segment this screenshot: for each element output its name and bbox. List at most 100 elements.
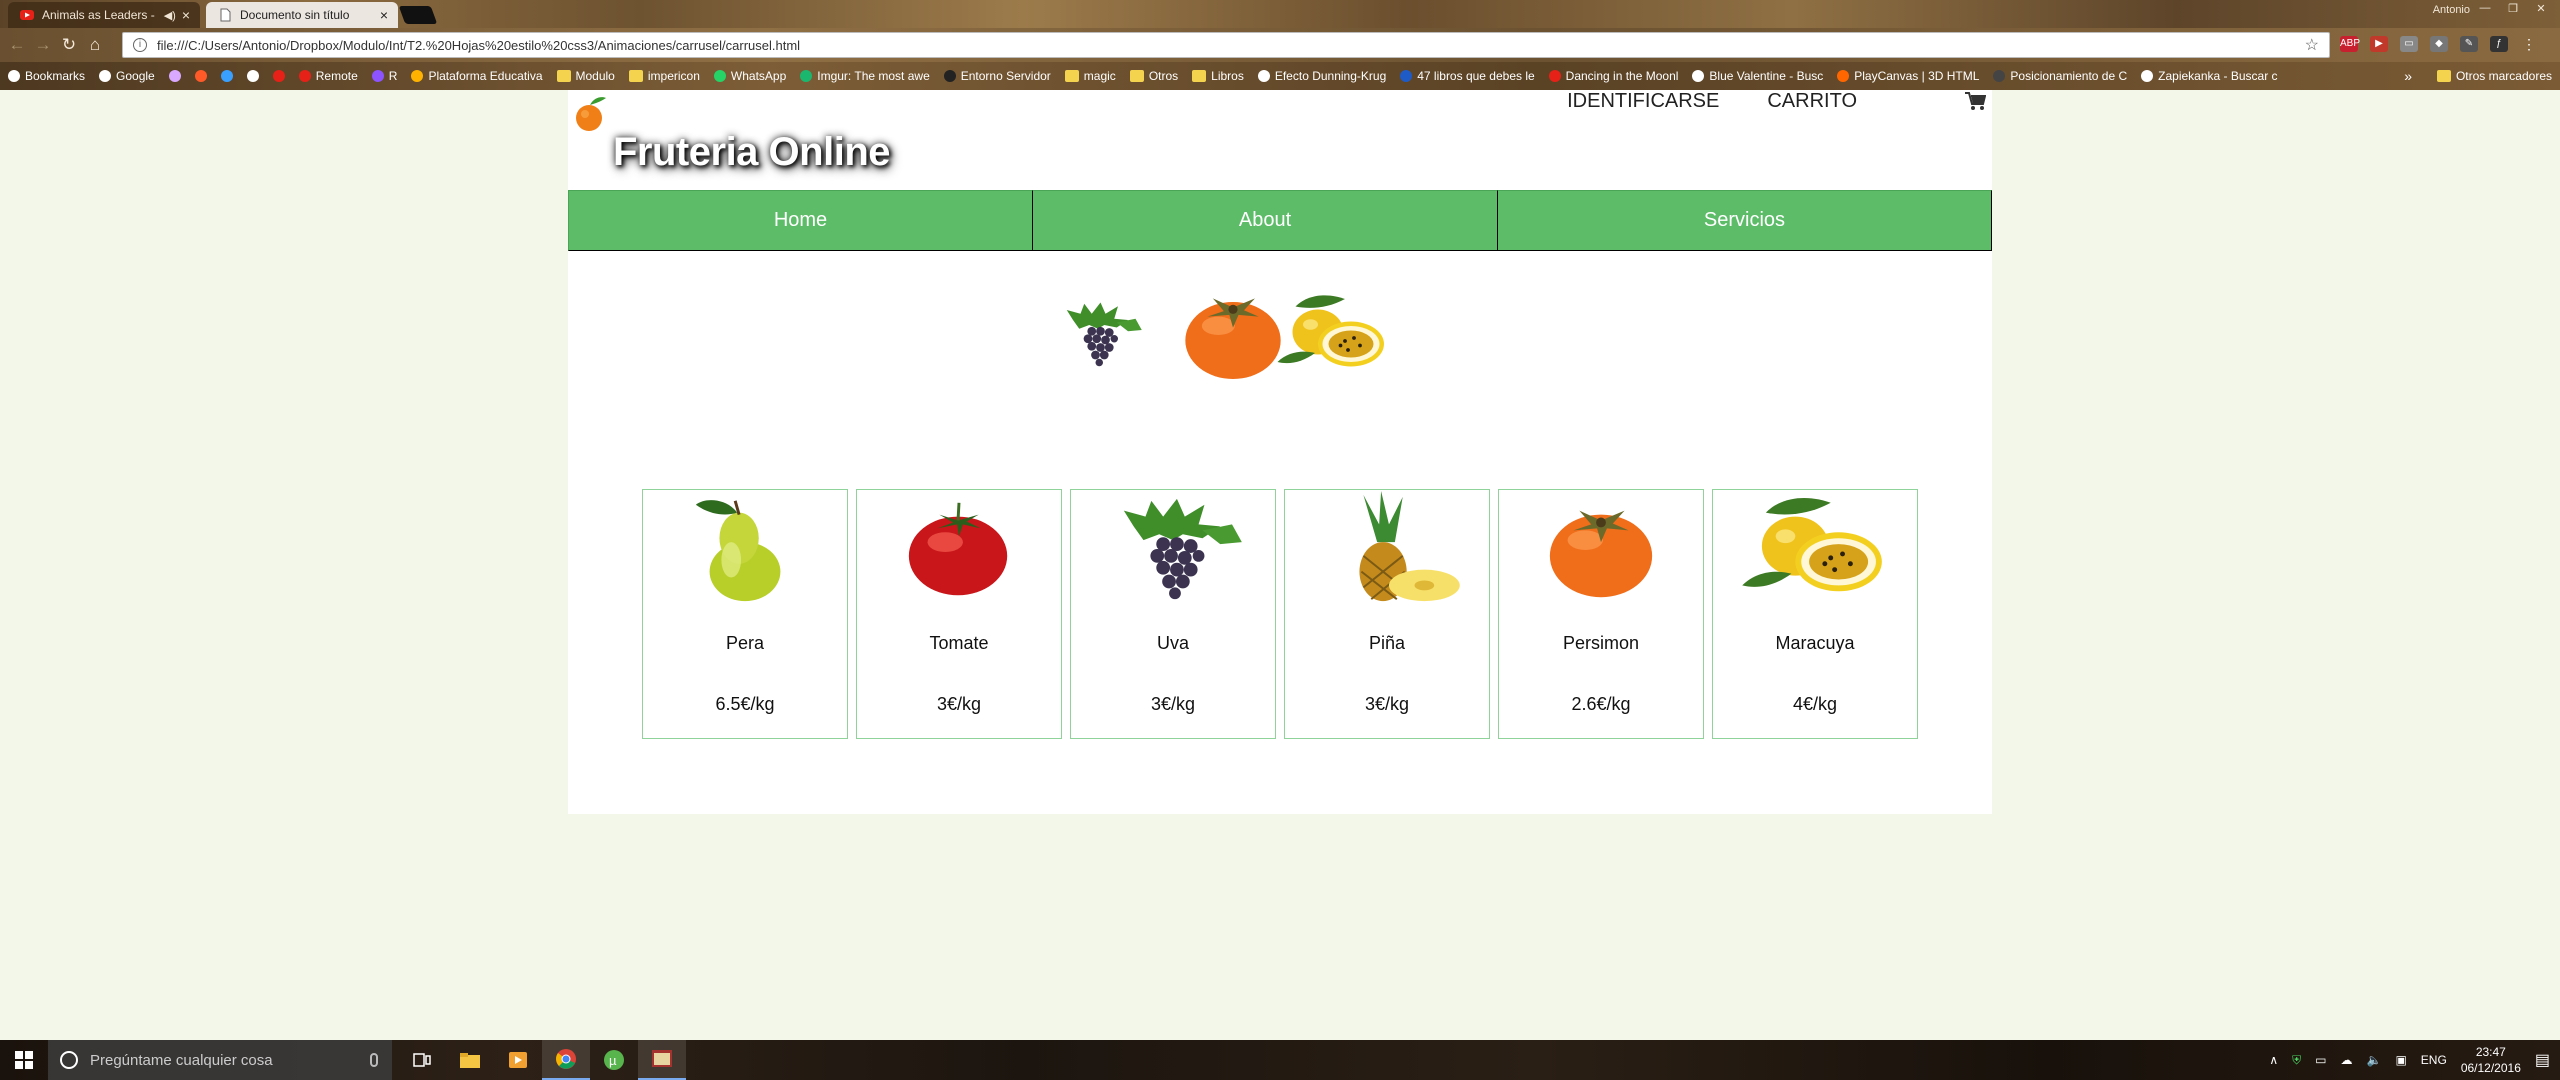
product-price: 2.6€/kg [1571,694,1631,714]
menu-icon[interactable]: ⋮ [2520,36,2538,52]
wave-icon [168,70,181,82]
product-name: Pera [725,633,765,653]
bookmark-item[interactable]: Zapiekanka - Buscar c [2141,69,2278,83]
forward-button[interactable]: → [30,32,56,58]
chevron-up-icon[interactable]: ∧ [2269,1053,2278,1067]
carousel-slide[interactable] [1273,280,1393,395]
bookmark-item[interactable]: Modulo [556,69,615,83]
tab-documento-sin-titulo[interactable]: Documento sin título × [206,2,398,28]
passion-fruit-image [1277,295,1384,367]
minimize-button[interactable]: — [2472,2,2498,18]
file-explorer-icon[interactable] [446,1040,494,1080]
bookmark-item[interactable] [194,70,207,82]
bookmark-item[interactable]: Bookmarks [8,69,85,83]
cart-icon[interactable] [1964,90,1986,112]
display-icon[interactable]: ▣ [2395,1053,2406,1067]
bookmark-item[interactable]: WhatsApp [713,69,786,83]
cart-link[interactable]: CARRITO [1767,90,1857,112]
task-view-icon[interactable] [398,1040,446,1080]
bookmark-item[interactable]: Imgur: The most awe [800,69,930,83]
ti-icon [1400,70,1413,82]
utorrent-icon[interactable]: µ [590,1040,638,1080]
restore-button[interactable]: ❐ [2500,2,2526,18]
media-player-icon[interactable] [494,1040,542,1080]
volume-icon[interactable]: 🔈 [2367,1053,2382,1067]
product-card[interactable]: Persimon 2.6€/kg [1498,489,1704,739]
bookmark-item[interactable]: PlayCanvas | 3D HTML [1837,69,1979,83]
product-card[interactable]: Uva 3€/kg [1070,489,1276,739]
bookmark-item[interactable]: Google [99,69,155,83]
bookmark-item[interactable] [168,70,181,82]
close-window-button[interactable]: ✕ [2528,2,2554,18]
close-icon[interactable]: × [380,7,388,23]
network-shield-icon[interactable]: ⛨ [2292,1053,2301,1068]
info-icon[interactable]: i [133,38,147,52]
nav-home[interactable]: Home [568,190,1033,251]
bookmark-item[interactable]: Plataforma Educativa [411,69,543,83]
bookmark-item[interactable]: 47 libros que debes le [1400,69,1535,83]
bookmark-star-icon[interactable]: ☆ [2305,35,2319,55]
taskbar-search[interactable]: Pregúntame cualquier cosa [48,1040,392,1080]
bookmark-item[interactable]: R [371,69,397,83]
folder-icon [628,70,643,82]
bookmark-item[interactable]: Dancing in the Moonl [1548,69,1678,83]
bookmark-item[interactable]: Remote [298,69,358,83]
product-card[interactable]: Pera 6.5€/kg [642,489,848,739]
url-text[interactable]: file:///C:/Users/Antonio/Dropbox/Modulo/… [157,38,2305,53]
product-card[interactable]: Piña 3€/kg [1284,489,1490,739]
bookmark-item[interactable]: Efecto Dunning-Krug [1257,69,1386,83]
close-icon[interactable]: × [182,7,190,23]
bookmark-item[interactable] [246,70,259,82]
extension-icon[interactable]: ƒ [2490,36,2508,52]
home-button[interactable]: ⌂ [82,32,108,58]
bookmark-label: magic [1083,69,1116,83]
youtube-extension-icon[interactable]: ▶ [2370,36,2388,52]
product-card[interactable]: Maracuya 4€/kg [1712,489,1918,739]
product-card[interactable]: Tomate 3€/kg [856,489,1062,739]
folder-icon [2436,70,2451,82]
youtube-icon [20,10,34,20]
profile-name[interactable]: Antonio [2433,4,2470,16]
bookmark-item[interactable]: Posicionamiento de C [1993,69,2127,83]
bookmark-item[interactable]: Otros [1129,69,1178,83]
login-link[interactable]: IDENTIFICARSE [1567,90,1719,112]
tab-animals-as-leaders[interactable]: Animals as Leaders - ◀) × [8,2,200,28]
folder-icon [1192,70,1207,82]
chrome-icon[interactable] [542,1040,590,1080]
microphone-icon[interactable] [370,1053,378,1067]
product-name: Piña [1368,633,1406,653]
youtube-icon [298,70,311,82]
adblock-icon[interactable]: ABP [2340,36,2360,52]
bookmark-label: Imgur: The most awe [817,69,930,83]
bookmark-item[interactable] [220,70,233,82]
bookmark-item[interactable]: Blue Valentine - Busc [1692,69,1823,83]
back-button[interactable]: ← [4,32,30,58]
language-indicator[interactable]: ENG [2421,1053,2447,1067]
product-name: Persimon [1562,633,1640,653]
new-tab-button[interactable] [398,6,438,24]
extension-icon[interactable]: ▭ [2400,36,2418,52]
bookmark-item[interactable]: Entorno Servidor [943,69,1051,83]
clock[interactable]: 23:47 06/12/2016 [2461,1044,2521,1076]
bookmark-item[interactable]: impericon [628,69,700,83]
onedrive-icon[interactable]: ☁ [2341,1053,2353,1067]
speaker-icon[interactable]: ◀) [164,9,176,22]
battery-icon[interactable]: ▭ [2315,1053,2326,1067]
bookmark-item[interactable] [272,70,285,82]
bookmark-label: Modulo [575,69,615,83]
nav-servicios[interactable]: Servicios [1498,190,1992,251]
reload-button[interactable]: ↻ [56,32,82,58]
carousel-slide[interactable] [1048,280,1148,395]
extension-icon[interactable]: ◆ [2430,36,2448,52]
windows-icon [15,1051,33,1069]
extension-icon[interactable]: ✎ [2460,36,2478,52]
bookmark-item[interactable]: magic [1064,69,1116,83]
bookmarks-overflow-button[interactable]: » [2404,62,2412,90]
address-bar[interactable]: i file:///C:/Users/Antonio/Dropbox/Modul… [122,32,2330,58]
app-window-icon[interactable] [638,1040,686,1080]
notifications-icon[interactable]: ▤ [2535,1050,2550,1070]
nav-about[interactable]: About [1033,190,1498,251]
other-bookmarks-folder[interactable]: Otros marcadores [2436,62,2552,90]
bookmark-item[interactable]: Libros [1192,69,1244,83]
start-button[interactable] [0,1040,48,1080]
